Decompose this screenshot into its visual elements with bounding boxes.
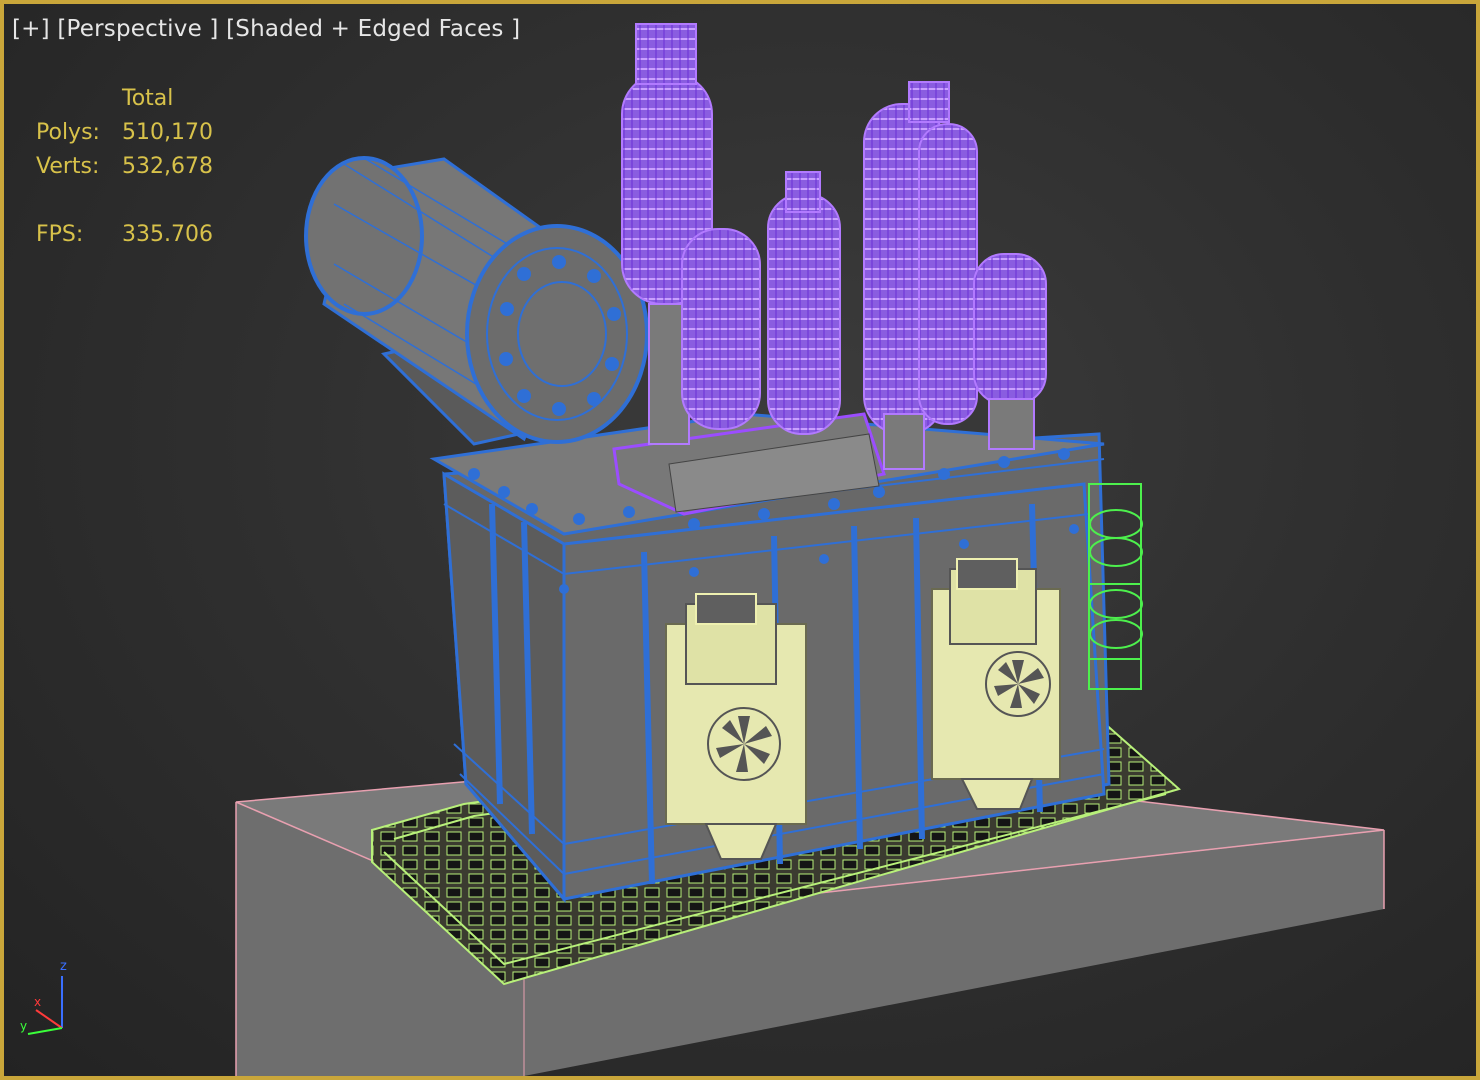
- fps-value: 335.706: [122, 222, 213, 247]
- stats-header: Total: [122, 86, 174, 111]
- verts-value: 532,678: [122, 154, 213, 179]
- scene-3d-model[interactable]: [4, 4, 1476, 1076]
- conservator-tank: [304, 156, 649, 446]
- axis-y-label: y: [20, 1019, 27, 1033]
- viewport-perspective[interactable]: [+] [Perspective ] [Shaded + Edged Faces…: [0, 0, 1480, 1080]
- view-mode-label[interactable]: [Perspective ]: [57, 16, 218, 42]
- shading-mode-label[interactable]: [Shaded + Edged Faces ]: [226, 16, 520, 42]
- viewport-label-bar: [+] [Perspective ] [Shaded + Edged Faces…: [12, 16, 520, 42]
- axis-x-label: x: [34, 995, 41, 1009]
- axis-gizmo-icon: z x y: [20, 959, 67, 1035]
- viewport-menu-button[interactable]: [+]: [12, 16, 50, 42]
- high-voltage-bushings: [621, 23, 1047, 470]
- polys-value: 510,170: [122, 120, 213, 145]
- polys-label: Polys:: [36, 120, 100, 145]
- fps-label: FPS:: [36, 222, 84, 247]
- axis-z-label: z: [60, 959, 67, 974]
- verts-label: Verts:: [36, 154, 100, 179]
- statistics-overlay: Total Polys: 510,170 Verts: 532,678 FPS: 33…: [36, 82, 213, 252]
